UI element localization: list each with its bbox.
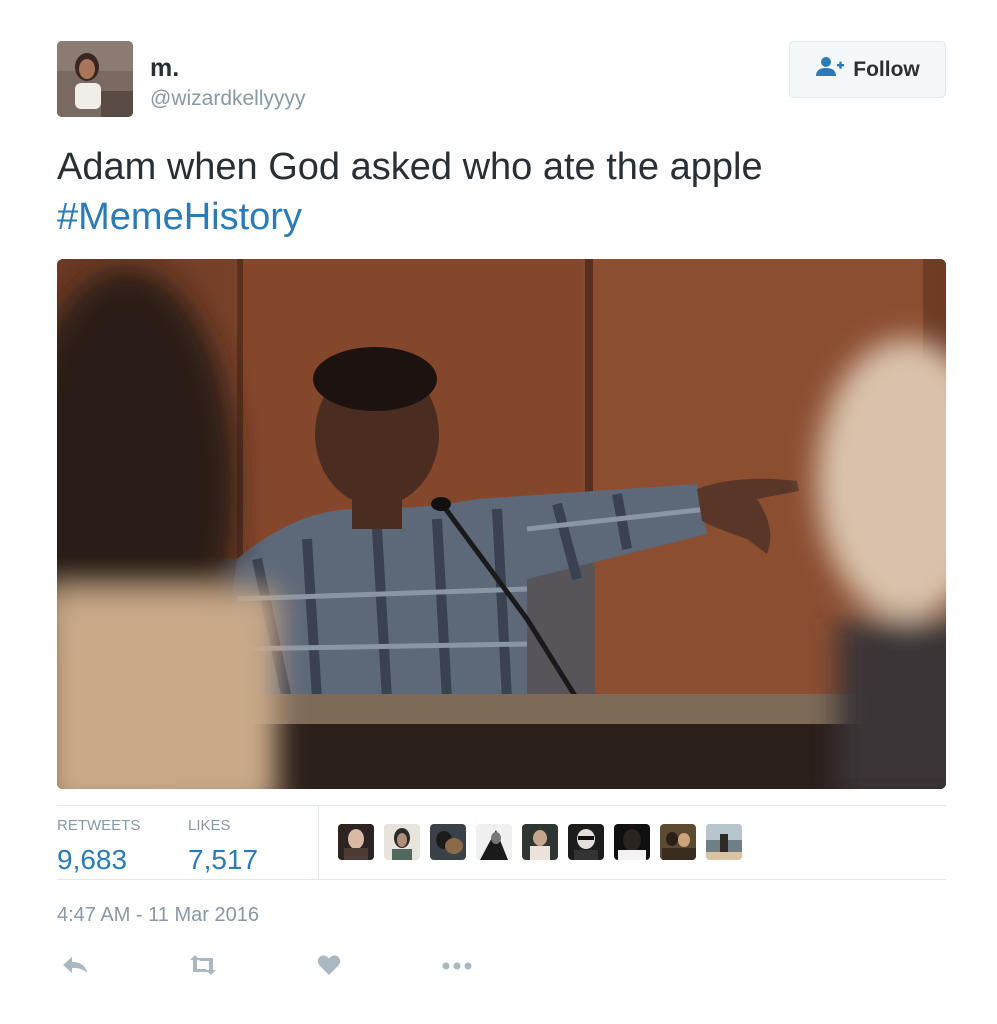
liker-avatar[interactable] xyxy=(568,824,604,860)
tweet-body: Adam when God asked who ate the apple xyxy=(57,146,763,188)
liker-avatar[interactable] xyxy=(476,824,512,860)
liker-avatar[interactable] xyxy=(706,824,742,860)
user-handle[interactable]: @wizardkellyyyy xyxy=(150,87,306,111)
liker-avatar[interactable] xyxy=(614,824,650,860)
retweets-stat[interactable]: RETWEETS 9,683 xyxy=(57,817,140,876)
likes-label: LIKES xyxy=(188,817,231,834)
stats-bottom-divider xyxy=(57,879,946,880)
stats-top-divider xyxy=(57,805,946,806)
liker-avatar[interactable] xyxy=(522,824,558,860)
display-name[interactable]: m. xyxy=(150,54,179,83)
liker-avatar[interactable] xyxy=(660,824,696,860)
reply-icon xyxy=(61,955,89,980)
retweet-icon xyxy=(187,954,219,981)
reply-button[interactable] xyxy=(59,952,91,982)
tweet-card: m. @wizardkellyyyy Follow Adam when God … xyxy=(0,0,997,1024)
like-button[interactable] xyxy=(313,952,345,982)
avatar[interactable] xyxy=(57,41,133,117)
liker-avatars xyxy=(338,824,742,860)
retweets-label: RETWEETS xyxy=(57,817,141,834)
more-button[interactable] xyxy=(441,952,473,982)
likes-count: 7,517 xyxy=(188,844,259,875)
follow-button-label: Follow xyxy=(853,57,920,81)
courtroom-photo xyxy=(57,259,946,789)
liker-avatar[interactable] xyxy=(384,824,420,860)
retweets-count: 9,683 xyxy=(57,844,128,875)
tweet-photo[interactable] xyxy=(57,259,946,789)
more-icon xyxy=(441,958,473,976)
tweet-timestamp[interactable]: 4:47 AM - 11 Mar 2016 xyxy=(57,904,259,927)
stats-separator xyxy=(318,806,319,880)
liker-avatar[interactable] xyxy=(338,824,374,860)
person-add-icon xyxy=(815,56,845,83)
heart-icon xyxy=(317,954,341,981)
follow-button[interactable]: Follow xyxy=(789,41,946,98)
tweet-text: Adam when God asked who ate the apple #M… xyxy=(57,142,937,242)
liker-avatar[interactable] xyxy=(430,824,466,860)
hashtag-link[interactable]: #MemeHistory xyxy=(57,192,937,242)
likes-stat[interactable]: LIKES 7,517 xyxy=(188,817,258,876)
retweet-button[interactable] xyxy=(187,952,219,982)
